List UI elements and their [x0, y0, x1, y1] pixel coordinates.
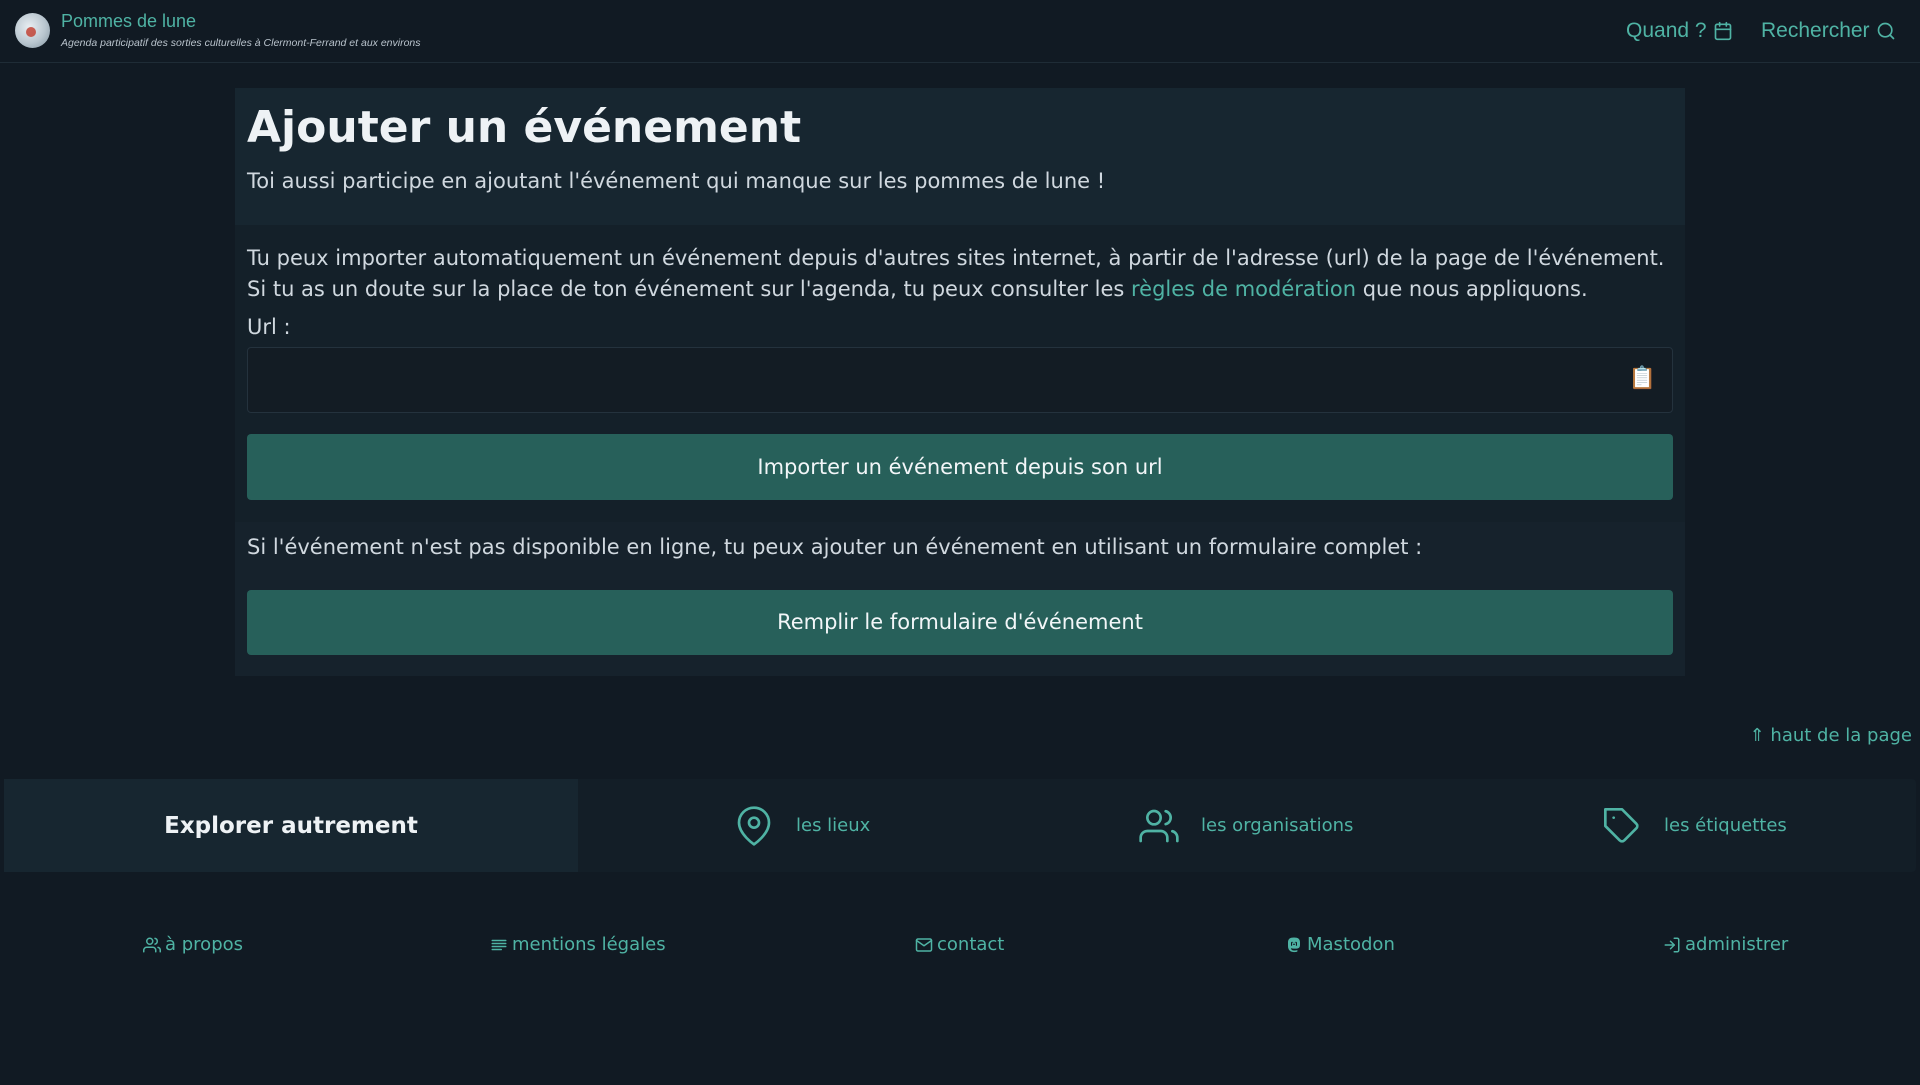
explore-places-label: les lieux — [796, 815, 871, 836]
footer-contact-link[interactable]: contact — [915, 934, 1004, 955]
import-intro: Tu peux importer automatiquement un évén… — [247, 243, 1673, 305]
footer-mastodon-label: Mastodon — [1307, 934, 1395, 955]
site-title-link[interactable]: Pommes de lune — [61, 11, 196, 32]
nav-when-link[interactable]: Quand ? — [1626, 19, 1733, 43]
log-in-icon — [1664, 937, 1680, 952]
fill-form-button[interactable]: Remplir le formulaire d'événement — [247, 590, 1673, 655]
nav-search-link[interactable]: Rechercher — [1761, 19, 1896, 43]
footer-contact-label: contact — [937, 934, 1005, 955]
tag-icon — [1604, 807, 1639, 843]
explore-bar: Explorer autrement les lieux les organis… — [4, 779, 1916, 872]
explore-tags-link[interactable]: les étiquettes — [1602, 779, 1787, 872]
site-subtitle: Agenda participatif des sorties culturel… — [61, 37, 421, 49]
footer-about-link[interactable]: à propos — [143, 934, 243, 955]
add-event-card: Ajouter un événement Toi aussi participe… — [235, 88, 1685, 676]
page-lead: Toi aussi participe en ajoutant l'événem… — [247, 169, 1106, 193]
import-section: Tu peux importer automatiquement un évén… — [235, 225, 1685, 522]
url-field-wrapper: 📋 — [247, 347, 1673, 413]
footer-about-label: à propos — [165, 934, 244, 955]
mail-icon — [915, 937, 933, 952]
form-section: Si l'événement n'est pas disponible en l… — [235, 522, 1685, 676]
footer-mastodon-link[interactable]: Mastodon — [1285, 934, 1395, 955]
footer-legal-label: mentions légales — [512, 934, 666, 955]
back-to-top-link[interactable]: ⇑ haut de la page — [1750, 725, 1912, 746]
moderation-rules-link[interactable]: règles de modération — [1131, 277, 1356, 301]
search-icon — [1877, 22, 1894, 40]
url-label: Url : — [247, 315, 291, 339]
url-input[interactable] — [248, 348, 1672, 412]
site-header: Pommes de lune Agenda participatif des s… — [0, 0, 1920, 63]
map-pin-icon — [737, 805, 771, 846]
explore-places-link[interactable]: les lieux — [734, 779, 870, 872]
site-logo[interactable] — [15, 13, 50, 48]
form-intro: Si l'événement n'est pas disponible en l… — [247, 535, 1423, 559]
footer-admin-link[interactable]: administrer — [1663, 934, 1788, 955]
align-left-icon — [491, 939, 507, 950]
users-icon — [143, 937, 161, 952]
clipboard-icon[interactable]: 📋 — [1629, 367, 1656, 391]
footer-admin-label: administrer — [1685, 934, 1789, 955]
explore-organisations-link[interactable]: les organisations — [1139, 779, 1353, 872]
import-url-button[interactable]: Importer un événement depuis son url — [247, 434, 1673, 500]
page-title: Ajouter un événement — [247, 102, 802, 153]
mastodon-icon — [1288, 937, 1300, 952]
explore-title: Explorer autrement — [4, 779, 578, 872]
import-intro-text-after: que nous appliquons. — [1356, 277, 1588, 301]
nav-when-label: Quand ? — [1626, 19, 1707, 42]
explore-tags-label: les étiquettes — [1664, 815, 1787, 836]
calendar-icon — [1714, 21, 1731, 41]
footer-legal-link[interactable]: mentions légales — [490, 934, 666, 955]
explore-organisations-label: les organisations — [1201, 815, 1354, 836]
nav-search-label: Rechercher — [1761, 19, 1870, 42]
users-icon — [1139, 809, 1179, 842]
card-header: Ajouter un événement Toi aussi participe… — [235, 88, 1685, 225]
